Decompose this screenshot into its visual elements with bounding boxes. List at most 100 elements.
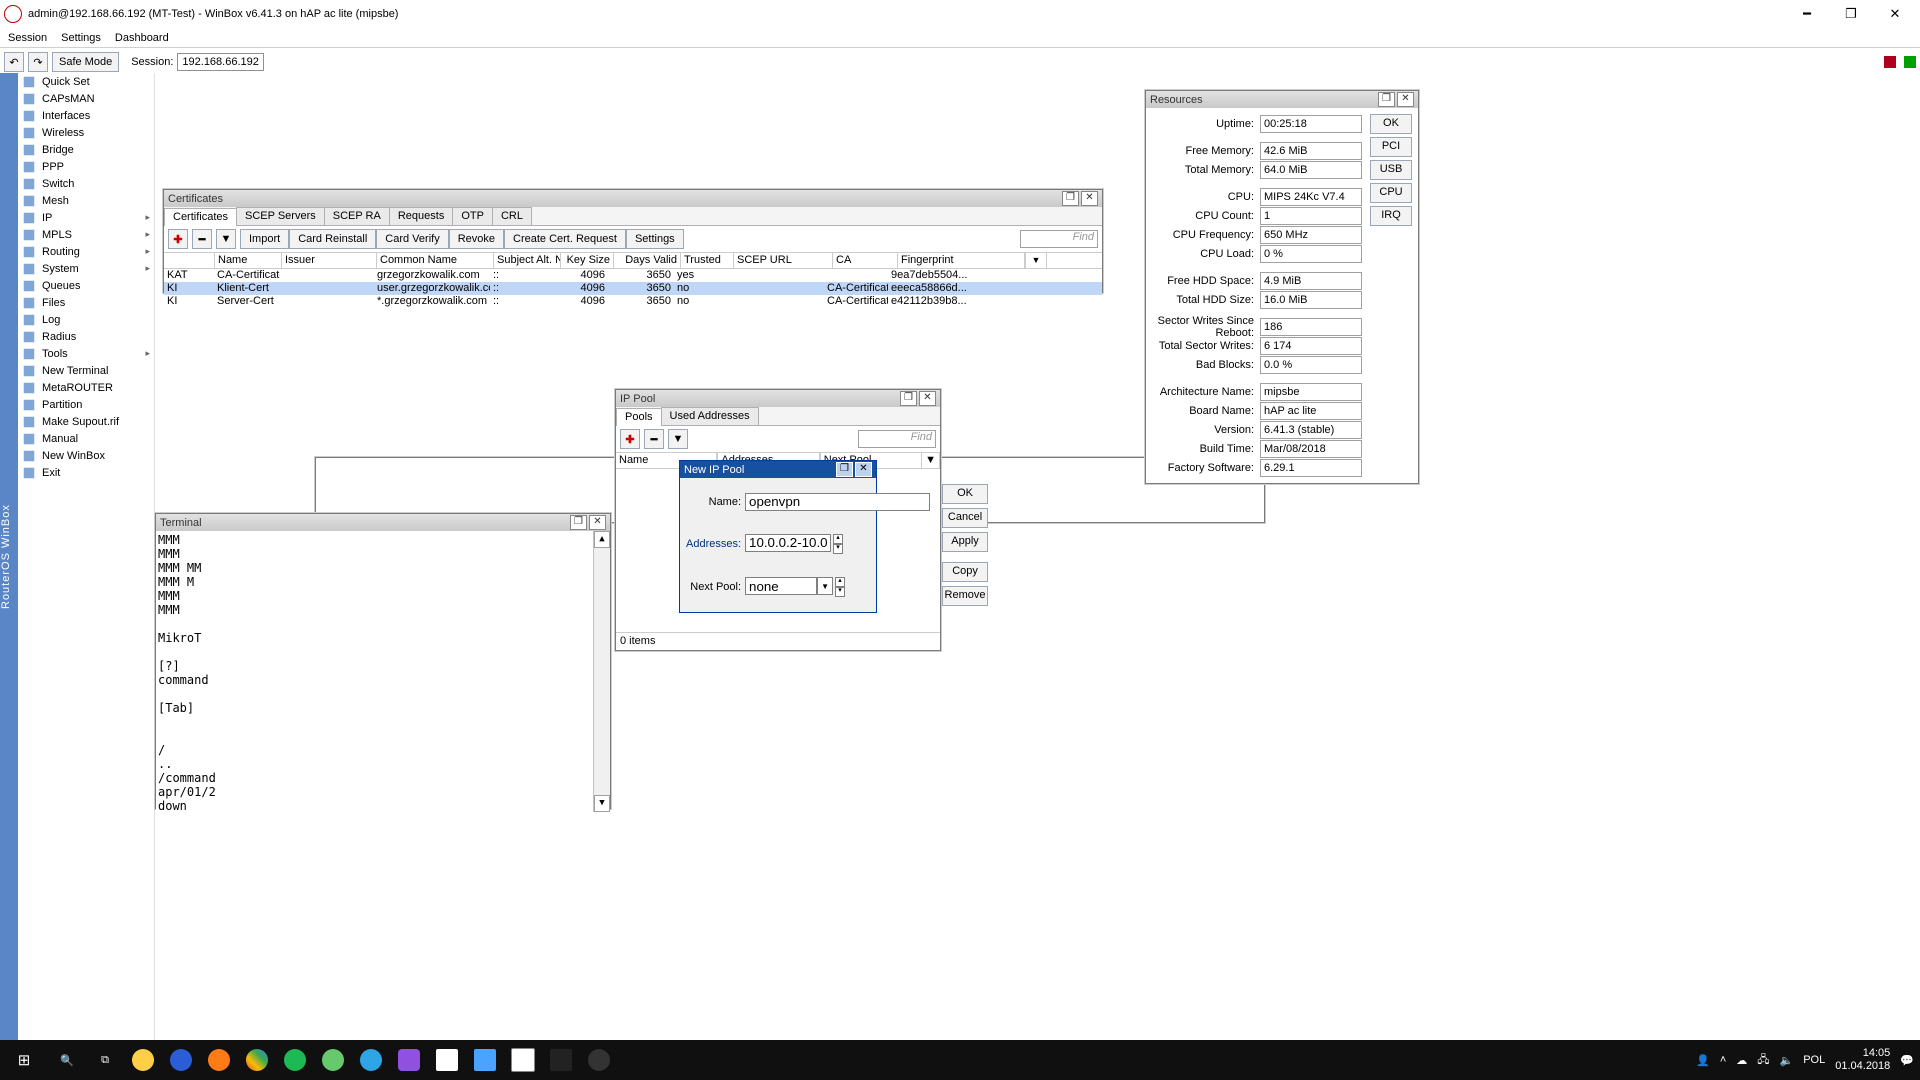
certificates-restore-button[interactable]: ❐ xyxy=(1062,191,1079,206)
ip-pool-titlebar[interactable]: IP Pool ❐ ✕ xyxy=(616,390,940,407)
firefox-icon[interactable] xyxy=(200,1040,238,1080)
nav-exit[interactable]: Exit xyxy=(18,464,154,481)
taskbar-clock[interactable]: 14:05 01.04.2018 xyxy=(1835,1047,1890,1073)
tray-volume-icon[interactable]: 🔈 xyxy=(1780,1054,1794,1067)
chrome-icon[interactable] xyxy=(238,1040,276,1080)
nextpool-dropdown-button[interactable]: ▼ xyxy=(817,577,833,595)
notepad-icon[interactable] xyxy=(428,1040,466,1080)
name-input[interactable] xyxy=(745,493,930,511)
col-ks[interactable]: Key Size xyxy=(561,253,614,268)
nav-tools[interactable]: Tools▸ xyxy=(18,345,154,362)
menu-session[interactable]: Session xyxy=(8,32,47,44)
certificates-titlebar[interactable]: Certificates ❐ ✕ xyxy=(164,190,1102,207)
nav-make-supout-rif[interactable]: Make Supout.rif xyxy=(18,413,154,430)
terminal-close-button[interactable]: ✕ xyxy=(589,515,606,530)
col-cn[interactable]: Common Name xyxy=(377,253,494,268)
nav-log[interactable]: Log xyxy=(18,311,154,328)
start-button[interactable]: ⊞ xyxy=(0,1051,48,1069)
col-trust[interactable]: Trusted xyxy=(681,253,734,268)
spotify-icon[interactable] xyxy=(276,1040,314,1080)
safe-mode-button[interactable]: Safe Mode xyxy=(52,52,119,72)
edge-icon[interactable] xyxy=(162,1040,200,1080)
nextpool-input[interactable] xyxy=(745,577,817,595)
dialog-close-button[interactable]: ✕ xyxy=(855,462,872,477)
pool-find-input[interactable]: Find xyxy=(858,430,936,448)
undo-button[interactable]: ↶ xyxy=(4,52,24,72)
col-scep[interactable]: SCEP URL xyxy=(734,253,833,268)
nav-routing[interactable]: Routing▸ xyxy=(18,243,154,260)
winbox-task-icon[interactable] xyxy=(504,1040,542,1080)
certificates-find-input[interactable]: Find xyxy=(1020,230,1098,248)
pool-tab-1[interactable]: Used Addresses xyxy=(661,407,759,425)
new-ip-pool-titlebar[interactable]: New IP Pool ❐ ✕ xyxy=(680,461,876,478)
cert-tab-5[interactable]: CRL xyxy=(492,207,532,225)
terminal-body[interactable]: MMMMMMMMM MMMMM MMMMMMM MikroT [?]comman… xyxy=(156,531,610,812)
cert-btn-import[interactable]: Import xyxy=(240,229,289,249)
col-san[interactable]: Subject Alt. N.. xyxy=(494,253,561,268)
nav-interfaces[interactable]: Interfaces xyxy=(18,107,154,124)
terminal-titlebar[interactable]: Terminal ❐ ✕ xyxy=(156,514,610,531)
dialog-apply-button[interactable]: Apply xyxy=(942,532,988,552)
nav-mesh[interactable]: Mesh xyxy=(18,192,154,209)
blank-task-icon[interactable] xyxy=(542,1040,580,1080)
addresses-spinner[interactable]: ▴▾ xyxy=(833,534,843,554)
col-menu-icon[interactable]: ▼ xyxy=(1025,253,1047,268)
filter-button[interactable]: ▼ xyxy=(216,229,236,249)
nav-ip[interactable]: IP▸ xyxy=(18,209,154,226)
cert-btn-card-reinstall[interactable]: Card Reinstall xyxy=(289,229,376,249)
cert-tab-3[interactable]: Requests xyxy=(389,207,453,225)
dialog-remove-button[interactable]: Remove xyxy=(942,586,988,606)
col-ca[interactable]: CA xyxy=(833,253,898,268)
remove-button[interactable]: ━ xyxy=(192,229,212,249)
col-dv[interactable]: Days Valid xyxy=(614,253,681,268)
nav-ppp[interactable]: PPP xyxy=(18,158,154,175)
ip-pool-close-button[interactable]: ✕ xyxy=(919,391,936,406)
cert-tab-4[interactable]: OTP xyxy=(452,207,493,225)
menu-settings[interactable]: Settings xyxy=(61,32,101,44)
nav-quick-set[interactable]: Quick Set xyxy=(18,73,154,90)
cert-btn-revoke[interactable]: Revoke xyxy=(449,229,504,249)
tray-cloud-icon[interactable]: ☁ xyxy=(1736,1054,1747,1067)
nav-mpls[interactable]: MPLS▸ xyxy=(18,226,154,243)
cert-tab-2[interactable]: SCEP RA xyxy=(324,207,390,225)
resources-close-button[interactable]: ✕ xyxy=(1397,92,1414,107)
pool-remove-button[interactable]: ━ xyxy=(644,429,664,449)
dialog-ok-button[interactable]: OK xyxy=(942,484,988,504)
cert-tab-0[interactable]: Certificates xyxy=(164,208,237,226)
cert-btn-card-verify[interactable]: Card Verify xyxy=(376,229,448,249)
cert-row[interactable]: KIKlient-Certuser.grzegorzkowalik.com::4… xyxy=(164,282,1102,295)
resources-restore-button[interactable]: ❐ xyxy=(1378,92,1395,107)
app1-icon[interactable] xyxy=(314,1040,352,1080)
menu-dashboard[interactable]: Dashboard xyxy=(115,32,169,44)
add-button[interactable]: ✚ xyxy=(168,229,188,249)
terminal-scrollbar[interactable]: ▲ ▼ xyxy=(593,531,610,812)
nav-system[interactable]: System▸ xyxy=(18,260,154,277)
nav-wireless[interactable]: Wireless xyxy=(18,124,154,141)
scroll-up-icon[interactable]: ▲ xyxy=(594,531,610,548)
res-irq-button[interactable]: IRQ xyxy=(1370,206,1412,226)
window-minimize-button[interactable]: ━ xyxy=(1786,3,1828,25)
res-ok-button[interactable]: OK xyxy=(1370,114,1412,134)
obs-icon[interactable] xyxy=(580,1040,618,1080)
pool-tab-0[interactable]: Pools xyxy=(616,408,662,426)
nav-queues[interactable]: Queues xyxy=(18,277,154,294)
file-explorer-icon[interactable] xyxy=(124,1040,162,1080)
search-icon[interactable]: 🔍 xyxy=(48,1040,86,1080)
nav-files[interactable]: Files xyxy=(18,294,154,311)
hide-password-icon[interactable] xyxy=(1884,56,1896,68)
nav-metarouter[interactable]: MetaROUTER xyxy=(18,379,154,396)
dialog-restore-button[interactable]: ❐ xyxy=(836,462,853,477)
col-name[interactable]: Name xyxy=(215,253,282,268)
cert-btn-settings[interactable]: Settings xyxy=(626,229,684,249)
pool-col-menu-icon[interactable]: ▼ xyxy=(922,453,940,468)
terminal-restore-button[interactable]: ❐ xyxy=(570,515,587,530)
certificates-close-button[interactable]: ✕ xyxy=(1081,191,1098,206)
cert-tab-1[interactable]: SCEP Servers xyxy=(236,207,325,225)
ip-pool-restore-button[interactable]: ❐ xyxy=(900,391,917,406)
cert-row[interactable]: KATCA-Certificategrzegorzkowalik.com::40… xyxy=(164,269,1102,282)
window-close-button[interactable]: ✕ xyxy=(1874,3,1916,25)
nav-manual[interactable]: Manual xyxy=(18,430,154,447)
app2-icon[interactable] xyxy=(352,1040,390,1080)
resources-titlebar[interactable]: Resources ❐ ✕ xyxy=(1146,91,1418,108)
tray-chevron-icon[interactable]: ˄ xyxy=(1720,1054,1726,1066)
